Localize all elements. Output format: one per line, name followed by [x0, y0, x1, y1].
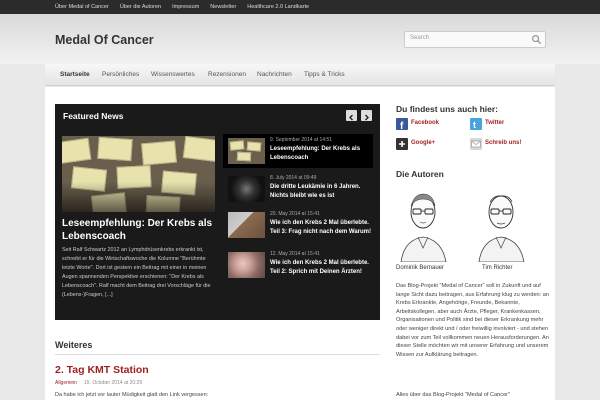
facebook-link[interactable]: f Facebook — [396, 118, 466, 130]
featured-item-date: 12. May 2014 at 15:41 — [270, 251, 320, 257]
featured-thumbnail — [228, 212, 265, 238]
main-navigation: Startseite Persönliches Wissenswertes Re… — [45, 64, 555, 86]
post-excerpt: Da habe ich jetzt vor lauter Müdigkeit g… — [55, 392, 209, 398]
author-portrait-tim[interactable] — [474, 182, 529, 262]
featured-item-date: 9. September 2014 at 14:51 — [270, 137, 332, 143]
twitter-label: Twitter — [485, 120, 505, 126]
nav-item-reviews[interactable]: Rezensionen — [208, 64, 246, 86]
featured-item-title[interactable]: Wie ich den Krebs 2 Mal überlebte. Teil … — [270, 259, 372, 276]
authors-heading: Die Autoren — [396, 169, 444, 179]
sticky-note-shape — [236, 151, 252, 162]
featured-main-title[interactable]: Leseempfehlung: Der Krebs als Lebenscoac… — [62, 217, 222, 243]
featured-thumbnail — [228, 252, 265, 278]
about-text: Das Blog-Projekt "Medal of Cancer" soll … — [396, 283, 549, 358]
sticky-note-shape — [229, 140, 245, 151]
featured-news-slider: Featured News Leseempfehlung: Der Krebs … — [55, 104, 380, 320]
topnav-link-authors[interactable]: Über die Autoren — [120, 0, 161, 14]
topnav-link-about[interactable]: Über Medal of Cancer — [55, 0, 109, 14]
author-portrait-dominik[interactable] — [396, 182, 451, 262]
google-plus-icon — [396, 138, 408, 150]
topnav-link-map[interactable]: Healthcare 2.0 Landkarte — [247, 0, 309, 14]
featured-list-item[interactable]: 9. September 2014 at 14:51 Leseempfehlun… — [223, 134, 373, 168]
search-placeholder: Search — [410, 35, 430, 41]
featured-main-image[interactable] — [62, 136, 215, 212]
contact-label: Schreib uns! — [485, 140, 522, 146]
sticky-note-shape — [246, 141, 262, 152]
author-name-dominik[interactable]: Dominik Bernauer — [396, 265, 444, 271]
featured-heading: Featured News — [63, 111, 124, 121]
search-icon[interactable] — [531, 34, 542, 45]
topnav-link-newsletter[interactable]: Newsletter — [210, 0, 236, 14]
nav-item-personal[interactable]: Persönliches — [102, 64, 139, 86]
featured-item-title[interactable]: Leseempfehlung: Der Krebs als Lebenscoac… — [270, 145, 372, 162]
chevron-left-icon — [349, 114, 353, 121]
svg-text:f: f — [400, 121, 404, 130]
post-title[interactable]: 2. Tag KMT Station — [55, 364, 149, 376]
googleplus-label: Google+ — [411, 140, 436, 146]
featured-thumbnail — [228, 176, 265, 202]
featured-item-date: 20. May 2014 at 15:41 — [270, 211, 320, 217]
sticky-note-shape — [97, 136, 133, 162]
twitter-link[interactable]: t Twitter — [470, 118, 540, 130]
featured-list-item[interactable]: 20. May 2014 at 15:41 Wie ich den Krebs … — [223, 208, 373, 242]
top-navigation: Über Medal of Cancer Über die Autoren Im… — [55, 0, 320, 14]
nav-item-home[interactable]: Startseite — [60, 64, 90, 86]
sticky-note-shape — [182, 136, 215, 162]
image-shade — [62, 182, 215, 212]
social-heading: Du findest uns auch hier: — [396, 104, 499, 114]
featured-list-item[interactable]: 12. May 2014 at 15:41 Wie ich den Krebs … — [223, 248, 373, 282]
slider-next-button[interactable] — [361, 110, 372, 121]
featured-item-title[interactable]: Wie ich den Krebs 2 Mal überlebte. Teil … — [270, 219, 372, 236]
featured-list-item[interactable]: 8. July 2014 at 09:49 Die dritte Leukämi… — [223, 172, 373, 206]
post-date: 15. October 2014 at 20:29 — [84, 380, 143, 386]
more-section-heading: Weiteres — [55, 340, 93, 350]
facebook-icon: f — [396, 118, 408, 130]
nav-item-knowledge[interactable]: Wissenswertes — [151, 64, 195, 86]
slider-prev-button[interactable] — [346, 110, 357, 121]
chevron-right-icon — [365, 114, 369, 121]
divider — [55, 354, 380, 355]
twitter-icon: t — [470, 118, 482, 130]
sticky-note-shape — [141, 140, 177, 166]
about-text-continued: Alles über das Blog-Projekt "Medal of Ca… — [396, 392, 511, 398]
top-bar: Über Medal of Cancer Über die Autoren Im… — [0, 0, 600, 14]
sticky-note-shape — [62, 137, 92, 165]
topnav-link-imprint[interactable]: Impressum — [172, 0, 199, 14]
featured-thumbnail — [228, 138, 265, 164]
site-title[interactable]: Medal Of Cancer — [55, 33, 154, 47]
search-input[interactable]: Search — [404, 31, 546, 48]
featured-item-title[interactable]: Die dritte Leukämie in 6 Jahren. Nichts … — [270, 183, 372, 200]
featured-item-date: 8. July 2014 at 09:49 — [270, 175, 317, 181]
facebook-label: Facebook — [411, 120, 440, 126]
nav-item-tips[interactable]: Tipps & Tricks — [304, 64, 345, 86]
googleplus-link[interactable]: Google+ — [396, 138, 466, 150]
nav-item-news[interactable]: Nachrichten — [257, 64, 292, 86]
contact-link[interactable]: Schreib uns! — [470, 138, 540, 150]
author-name-tim[interactable]: Tim Richter — [482, 265, 512, 271]
mail-icon — [470, 138, 482, 150]
post-category[interactable]: Allgemein — [55, 380, 77, 386]
svg-text:t: t — [473, 120, 476, 130]
featured-main-excerpt: Seit Ralf Schwartz 2012 an Lymphdrüsenkr… — [62, 247, 211, 298]
